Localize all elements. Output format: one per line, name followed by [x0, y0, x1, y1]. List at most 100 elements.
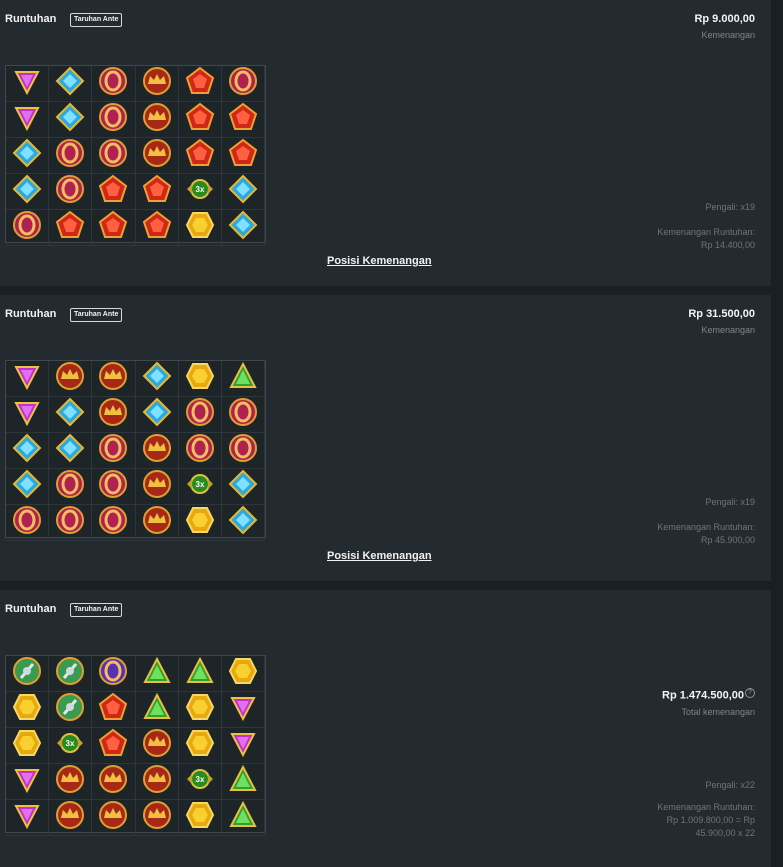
cascade-win-label: Kemenangan Runtuhan:: [657, 802, 755, 812]
red-ring-icon: [12, 505, 42, 540]
red-ring-icon: [228, 66, 258, 101]
blue-diamond-gem-icon: [55, 433, 85, 468]
multiplier-3x-icon: 3x: [55, 728, 85, 763]
cascade-win: Kemenangan Runtuhan: Rp 14.400,00: [657, 226, 755, 252]
gold-hexagon-gem-icon: [12, 728, 42, 763]
red-pentagon-gem-icon: [142, 174, 172, 209]
grid-cell: [92, 138, 136, 174]
grid-cell: [221, 174, 265, 210]
green-triangle-gem-icon: [142, 656, 172, 691]
red-pentagon-gem-icon: [228, 138, 258, 173]
grid-cell: [221, 138, 265, 174]
red-pentagon-gem-icon: [142, 210, 172, 245]
gold-hexagon-gem-icon: [185, 210, 215, 245]
grid-cell: [6, 102, 50, 138]
grid-cell: [92, 800, 136, 836]
green-triangle-gem-icon: [228, 800, 258, 835]
grid-cell: [92, 692, 136, 728]
grid-cell: [92, 174, 136, 210]
gold-hexagon-gem-icon: [228, 656, 258, 691]
cascade-win-value: Rp 1.009.800,00 = Rp: [666, 815, 755, 825]
cascade-win: Kemenangan Runtuhan: Rp 45.900,00: [657, 521, 755, 547]
grid-cell: [221, 800, 265, 836]
total-win-label: Total kemenangan: [681, 707, 755, 717]
red-ring-icon: [98, 138, 128, 173]
grid-cell: [178, 210, 222, 246]
grid-cell: [49, 138, 93, 174]
grid-cell: [135, 800, 179, 836]
grid-cell: [6, 656, 50, 692]
grid-cell: [49, 505, 93, 541]
win-amount: Rp 9.000,00: [694, 13, 755, 25]
ante-bet-badge: Taruhan Ante: [70, 308, 123, 322]
win-amount-label: Kemenangan: [701, 325, 755, 335]
grid-cell: [92, 469, 136, 505]
red-pentagon-gem-icon: [185, 102, 215, 137]
grid-cell: [49, 174, 93, 210]
grid-cell: [6, 361, 50, 397]
winning-positions-link[interactable]: Posisi Kemenangan: [327, 255, 432, 267]
purple-triangle-gem-icon: [12, 397, 42, 432]
grid-cell: [221, 210, 265, 246]
cascade-win-formula: 45.900,00 x 22: [695, 828, 755, 838]
red-pentagon-gem-icon: [98, 728, 128, 763]
svg-text:3x: 3x: [66, 739, 75, 748]
grid-cell: [6, 505, 50, 541]
blue-diamond-gem-icon: [228, 174, 258, 209]
red-ring-icon: [55, 138, 85, 173]
red-crown-icon: [98, 800, 128, 835]
scatter-symbol-icon: [55, 692, 85, 727]
win-amount: Rp 31.500,00: [688, 308, 755, 320]
grid-cell: [135, 102, 179, 138]
grid-cell: [49, 469, 93, 505]
blue-diamond-gem-icon: [12, 174, 42, 209]
purple-ring-icon: [98, 656, 128, 691]
grid-cell: [135, 66, 179, 102]
blue-diamond-gem-icon: [55, 102, 85, 137]
grid-cell: 3x: [178, 469, 222, 505]
grid-cell: [135, 656, 179, 692]
purple-triangle-gem-icon: [228, 692, 258, 727]
winning-positions-link[interactable]: Posisi Kemenangan: [327, 550, 432, 562]
purple-triangle-gem-icon: [12, 66, 42, 101]
red-crown-icon: [142, 138, 172, 173]
round-title: Runtuhan: [5, 603, 57, 615]
scatter-symbol-icon: [55, 656, 85, 691]
grid-cell: [221, 361, 265, 397]
grid-cell: [92, 66, 136, 102]
red-crown-icon: [142, 505, 172, 540]
green-triangle-gem-icon: [142, 692, 172, 727]
red-pentagon-gem-icon: [98, 210, 128, 245]
grid-cell: [6, 397, 50, 433]
multiplier-text: Pengali: x19: [705, 202, 755, 212]
gold-hexagon-gem-icon: [12, 692, 42, 727]
grid-cell: [135, 361, 179, 397]
red-crown-icon: [98, 397, 128, 432]
grid-cell: 3x: [49, 728, 93, 764]
scatter-symbol-icon: [12, 656, 42, 691]
grid-cell: [49, 692, 93, 728]
grid-cell: [92, 656, 136, 692]
blue-diamond-gem-icon: [55, 66, 85, 101]
red-crown-icon: [98, 764, 128, 799]
cascade-win-label: Kemenangan Runtuhan:: [657, 227, 755, 237]
purple-triangle-gem-icon: [12, 102, 42, 137]
red-ring-icon: [228, 433, 258, 468]
info-icon[interactable]: ?: [745, 688, 755, 698]
round-panel-1: Runtuhan Taruhan Ante Rp 9.000,00 Kemena…: [0, 0, 771, 286]
grid-cell: [221, 66, 265, 102]
grid-cell: [92, 764, 136, 800]
red-ring-icon: [185, 397, 215, 432]
multiplier-3x-icon: 3x: [185, 174, 215, 209]
grid-cell: [221, 728, 265, 764]
grid-cell: [221, 505, 265, 541]
blue-diamond-gem-icon: [228, 469, 258, 504]
grid-cell: [6, 800, 50, 836]
grid-cell: [6, 174, 50, 210]
round-panel-2: Runtuhan Taruhan Ante Rp 31.500,00 Kemen…: [0, 295, 771, 581]
grid-cell: 3x: [178, 764, 222, 800]
red-ring-icon: [98, 433, 128, 468]
red-crown-icon: [142, 433, 172, 468]
red-crown-icon: [142, 102, 172, 137]
grid-cell: [49, 656, 93, 692]
